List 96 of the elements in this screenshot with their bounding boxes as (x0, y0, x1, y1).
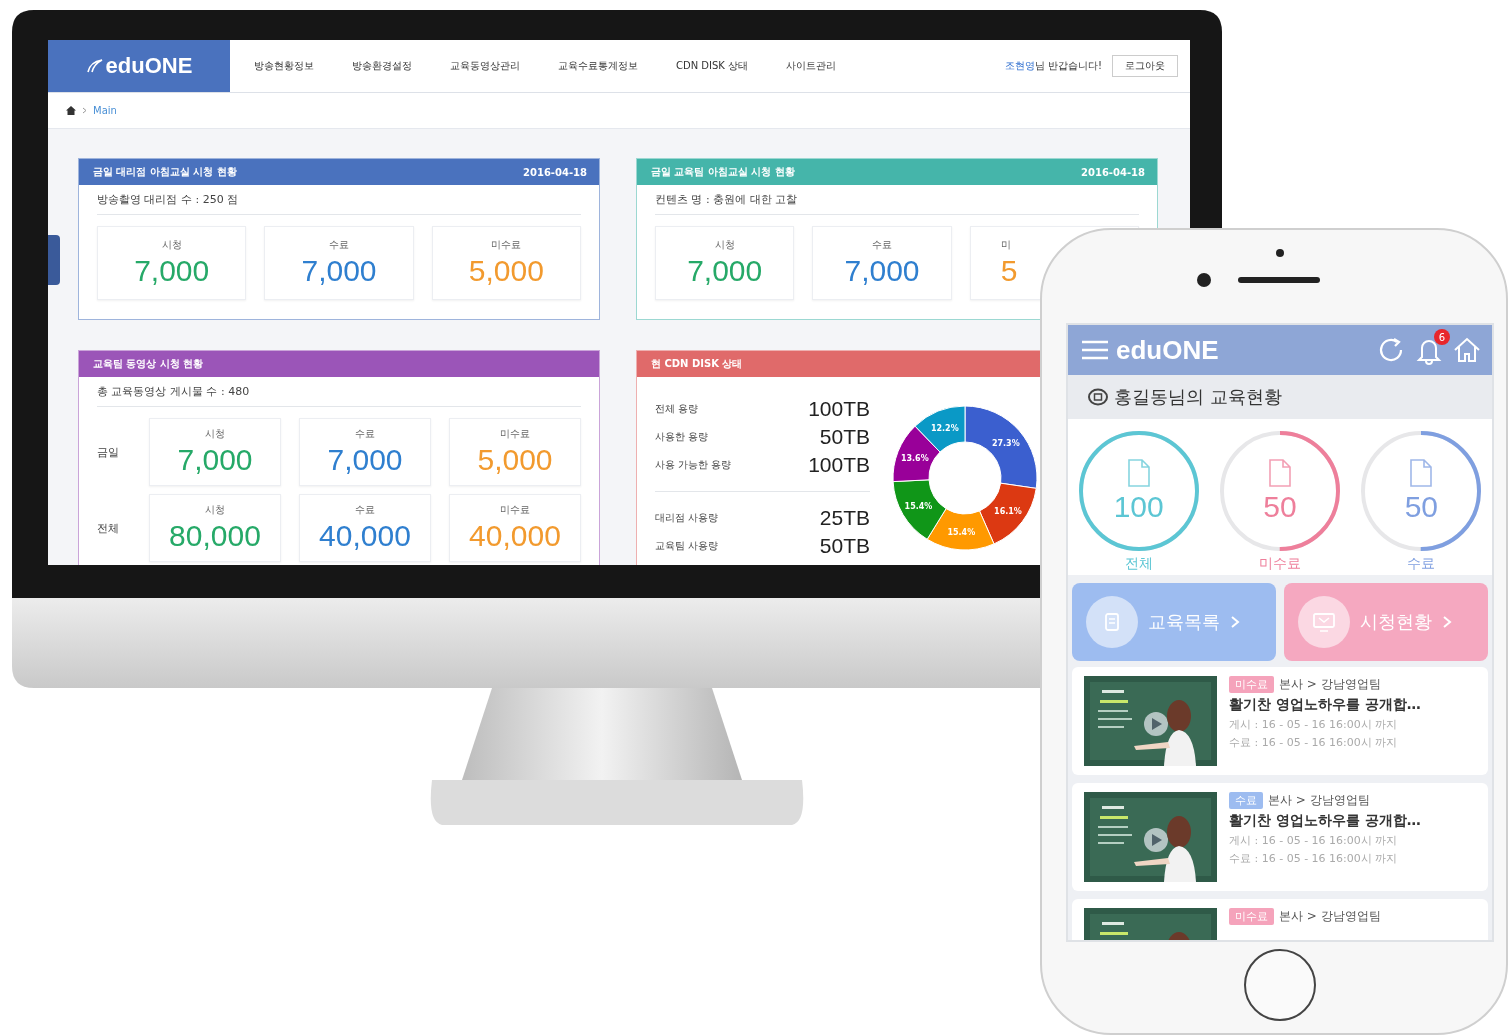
row-label: 전체 (97, 520, 120, 536)
logo-text: eduONE (105, 53, 193, 79)
data-label: 13.6% (900, 454, 929, 464)
chevron-icon (82, 107, 87, 114)
stat-value: 5 (1000, 254, 1018, 288)
data-label: 15.4% (947, 527, 976, 537)
stat-value: 40,000 (319, 519, 411, 553)
ring-label: 수료 (1407, 555, 1436, 573)
disk-label: 사용 가능한 용량 (655, 458, 732, 472)
stat-label: 미수료 (500, 503, 530, 517)
data-label: 15.4% (904, 501, 933, 511)
stat-label: 수료 (872, 238, 892, 252)
nav-link[interactable]: 방송현황정보 (254, 59, 314, 73)
ring-value: 50 (1404, 490, 1438, 524)
completion-date: 수료 : 16 - 05 - 16 16:00시 까지 (1229, 735, 1399, 750)
summary-text: 방송촬영 대리점 수 : 250 점 (97, 192, 239, 207)
status-tag: 미수료 (1229, 908, 1274, 925)
summary-text: 컨텐츠 명 : 충원에 대한 고찰 (655, 192, 798, 207)
nav-link[interactable]: CDN DISK 상태 (676, 59, 749, 73)
disk-label: 대리점 사용량 (655, 511, 719, 525)
data-label: 12.2% (930, 423, 959, 433)
app-logo: eduONE (1116, 334, 1220, 366)
course-card[interactable]: 미수료 본사 > 강남영업팀 활기찬 영업노하우를 공개합… 게시 : 16 - 05 - 16 16:00시 까지 수료 : 16 - 05 - 16 16:00시 까지 (1072, 667, 1488, 775)
course-title: 활기찬 영업노하우를 공개합… (1229, 812, 1421, 830)
stat-label: 시청 (205, 427, 225, 441)
stat-label: 시청 (205, 503, 225, 517)
card-date: 2016-04-18 (523, 166, 587, 178)
course-path: 본사 > 강남영업팀 (1279, 908, 1381, 925)
completion-date: 수료 : 16 - 05 - 16 16:00시 까지 (1229, 851, 1399, 866)
notification-badge: 6 (1434, 329, 1450, 345)
nav-link[interactable]: 사이트관리 (786, 59, 837, 73)
card-title: 금일 대리점 아침교실 시청 현황 (93, 165, 237, 179)
card-title: 금일 교육팀 아침교실 시청 현황 (651, 165, 795, 179)
greeting-text: 조현영님 반갑습니다! (1004, 59, 1102, 73)
stat-value: 80,000 (169, 519, 261, 553)
stat-value: 5,000 (477, 443, 553, 477)
section-title: 홍길동님의 교육현황 (1114, 385, 1282, 409)
course-path: 본사 > 강남영업팀 (1279, 676, 1381, 693)
document-icon (1408, 458, 1435, 488)
stat-label: 수료 (329, 238, 349, 252)
stat-value: 7,000 (327, 443, 403, 477)
breadcrumb-link[interactable]: Main (93, 105, 117, 116)
badge-icon (1088, 388, 1108, 406)
nav-link[interactable]: 방송환경설정 (352, 59, 412, 73)
disk-label: 전체 용량 (655, 402, 699, 416)
status-tag: 미수료 (1229, 676, 1274, 693)
data-label: 16.1% (994, 506, 1022, 516)
stat-value: 7,000 (844, 254, 920, 288)
stat-value: 7,000 (177, 443, 253, 477)
disk-label: 교육팀 사용량 (655, 539, 719, 553)
post-date: 게시 : 16 - 05 - 16 16:00시 까지 (1229, 717, 1399, 732)
home-icon (66, 106, 76, 115)
swoosh-icon (85, 58, 104, 74)
data-label: 27.3% (991, 438, 1020, 448)
status-tag: 수료 (1229, 792, 1263, 809)
ring-value: 50 (1263, 490, 1297, 524)
chevron-icon (1230, 615, 1240, 629)
stat-label: 수료 (355, 503, 375, 517)
disk-value: 50TB (819, 534, 870, 558)
stat-label: 미수료 (491, 238, 522, 252)
stat-value: 40,000 (469, 519, 561, 553)
course-path: 본사 > 강남영업팀 (1268, 792, 1370, 809)
stat-label: 시청 (161, 238, 182, 252)
nav-link[interactable]: 교육동영상관리 (450, 59, 520, 73)
disk-value: 50TB (819, 425, 870, 449)
nav-link[interactable]: 교육수료통계정보 (558, 59, 638, 73)
disk-value: 100TB (808, 397, 870, 421)
stat-label: 수료 (355, 427, 375, 441)
card-date: 2016-04-18 (1081, 166, 1145, 178)
document-icon (1267, 458, 1293, 488)
post-date: 게시 : 16 - 05 - 16 16:00시 까지 (1229, 833, 1399, 848)
stat-value: 5,000 (468, 254, 544, 288)
stat-value: 7,000 (134, 254, 210, 288)
stat-label: 미 (1000, 238, 1011, 252)
ring-label: 전체 (1124, 555, 1153, 573)
course-title: 활기찬 영업노하우를 공개합… (1229, 696, 1421, 714)
card-title: 현 CDN DISK 상태 (651, 357, 743, 371)
card-title: 교육팀 동영상 시청 현황 (93, 357, 204, 371)
stat-label: 시청 (714, 238, 735, 252)
course-card[interactable]: 미수료 본사 > 강남영업팀 (1072, 899, 1488, 940)
disk-label: 사용한 용량 (655, 430, 709, 444)
ring-value: 100 (1113, 490, 1164, 524)
course-card[interactable]: 수료 본사 > 강남영업팀 활기찬 영업노하우를 공개합… 게시 : 16 - 05 - 16 16:00시 까지 수료 : 16 - 05 - 16 16:00시 까지 (1072, 783, 1488, 891)
chevron-icon (1442, 615, 1452, 629)
stat-label: 미수료 (500, 427, 530, 441)
summary-text: 총 교육동영상 게시물 수 : 480 (97, 384, 250, 399)
logout-button[interactable]: 로그아웃 (1112, 55, 1178, 77)
disk-value: 25TB (819, 506, 870, 530)
stat-value: 7,000 (687, 254, 763, 288)
row-label: 금일 (97, 444, 120, 460)
stat-value: 7,000 (301, 254, 377, 288)
home-icon[interactable] (1452, 335, 1482, 365)
ring-label: 미수료 (1259, 555, 1301, 573)
disk-value: 100TB (808, 453, 870, 477)
menu-icon[interactable] (1082, 340, 1108, 360)
document-icon (1125, 458, 1152, 488)
